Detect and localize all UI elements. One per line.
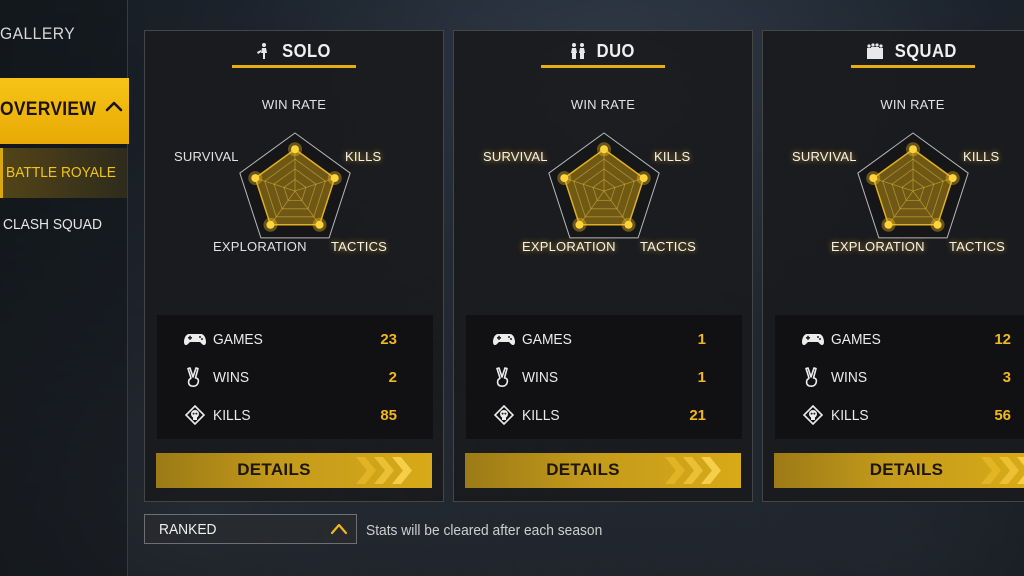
stats-panel: GAMES 23 WINS 2 KILLS 85 [157, 315, 433, 439]
radar-point [624, 220, 633, 229]
radar-chart [548, 132, 660, 239]
stat-label: KILLS [213, 407, 251, 424]
radar-point [639, 174, 648, 183]
details-button[interactable]: DETAILS [465, 453, 741, 488]
radar-label-win-rate: WIN RATE [880, 97, 945, 112]
victory-hand-icon [805, 367, 818, 387]
gamepad-icon [802, 334, 824, 346]
chevron-up-icon [105, 101, 123, 112]
sidebar-item-clash-squad[interactable]: CLASH SQUAD [3, 216, 102, 233]
radar-point [600, 145, 608, 154]
gamepad-icon [493, 334, 515, 346]
stat-value: 85 [380, 407, 397, 424]
stat-value: 2 [388, 369, 397, 386]
gamepad-icon [184, 334, 206, 346]
radar-point [330, 174, 339, 183]
card-title: SOLO [145, 41, 443, 62]
title-underline [232, 65, 356, 68]
sidebar: GALLERY OVERVIEW BATTLE ROYALE CLASH SQU… [0, 0, 129, 576]
stat-label: GAMES [831, 331, 881, 348]
stat-label: WINS [522, 369, 559, 386]
chevrons-right-icon [665, 457, 721, 484]
sidebar-item-battle-royale[interactable]: BATTLE ROYALE [0, 148, 128, 198]
stat-label: WINS [831, 369, 868, 386]
stat-row-wins: WINS 2 [157, 363, 433, 393]
radar-point [909, 145, 917, 154]
stat-value: 56 [994, 407, 1011, 424]
stat-row-kills: KILLS 85 [157, 401, 433, 431]
radar-label-survival: SURVIVAL [792, 149, 857, 164]
radar-point [560, 174, 569, 183]
radar-point [315, 220, 324, 229]
stat-value: 3 [1002, 369, 1011, 386]
radar-label-win-rate: WIN RATE [261, 97, 327, 112]
stat-value: 12 [994, 331, 1011, 348]
stat-row-games: GAMES 1 [466, 325, 742, 355]
chevrons-right-icon [981, 457, 1024, 484]
chevron-up-icon [330, 523, 348, 535]
stat-row-wins: WINS 1 [466, 363, 742, 393]
stat-value: 1 [697, 369, 706, 386]
card-title-text: SQUAD [894, 41, 957, 61]
skull-icon [802, 405, 824, 425]
card-title-text: DUO [596, 41, 636, 61]
radar-label-win-rate: WIN RATE [570, 97, 636, 112]
squad-card: SQUAD WIN RATE SURVIVAL KILLS EXPLORATIO… [762, 30, 1024, 502]
radar-point [884, 220, 893, 229]
skull-icon [493, 405, 515, 425]
details-button[interactable]: DETAILS [774, 453, 1024, 488]
radar-point [933, 220, 942, 229]
details-button[interactable]: DETAILS [156, 453, 432, 488]
stats-panel: GAMES 12 WINS 3 KILLS 56 [775, 315, 1024, 439]
card-title: SQUAD [763, 41, 1024, 62]
mode-dropdown-value: RANKED [159, 521, 217, 538]
stat-label: GAMES [522, 331, 572, 348]
season-note: Stats will be cleared after each season [366, 522, 603, 539]
mode-dropdown[interactable]: RANKED [144, 514, 357, 544]
stat-label: WINS [213, 369, 250, 386]
victory-hand-icon [187, 367, 200, 387]
sidebar-gallery-tab[interactable]: GALLERY [0, 24, 75, 44]
sidebar-overview-label: OVERVIEW [0, 99, 97, 120]
radar-point [266, 220, 275, 229]
radar-label-survival: SURVIVAL [174, 149, 239, 164]
skull-icon [184, 405, 206, 425]
radar-point [291, 145, 299, 154]
stat-label: KILLS [831, 407, 869, 424]
stat-value: 23 [380, 331, 397, 348]
chevrons-right-icon [356, 457, 412, 484]
card-title-text: SOLO [282, 41, 332, 61]
victory-hand-icon [496, 367, 509, 387]
card-title: DUO [454, 41, 752, 62]
stat-row-kills: KILLS 56 [775, 401, 1024, 431]
sidebar-overview-tab[interactable]: OVERVIEW [0, 78, 129, 144]
radar-chart [857, 132, 969, 239]
radar-chart [239, 132, 351, 239]
stat-row-kills: KILLS 21 [466, 401, 742, 431]
stat-label: KILLS [522, 407, 560, 424]
title-underline [541, 65, 665, 68]
stat-row-games: GAMES 23 [157, 325, 433, 355]
stat-value: 21 [689, 407, 706, 424]
radar-point [575, 220, 584, 229]
squad-icon [866, 43, 883, 59]
solo-icon [257, 43, 268, 59]
stats-panel: GAMES 1 WINS 1 KILLS 21 [466, 315, 742, 439]
radar-label-survival: SURVIVAL [483, 149, 548, 164]
duo-icon [571, 43, 586, 59]
sidebar-item-label: BATTLE ROYALE [6, 164, 116, 181]
radar-point [869, 174, 878, 183]
title-underline [851, 65, 975, 68]
stat-value: 1 [697, 331, 706, 348]
solo-card: SOLO WIN RATE SURVIVAL KILLS EXPLORATION… [144, 30, 444, 502]
stat-row-wins: WINS 3 [775, 363, 1024, 393]
stat-label: GAMES [213, 331, 263, 348]
duo-card: DUO WIN RATE SURVIVAL KILLS EXPLORATION … [453, 30, 753, 502]
radar-point [251, 174, 260, 183]
stat-row-games: GAMES 12 [775, 325, 1024, 355]
radar-point [948, 174, 957, 183]
